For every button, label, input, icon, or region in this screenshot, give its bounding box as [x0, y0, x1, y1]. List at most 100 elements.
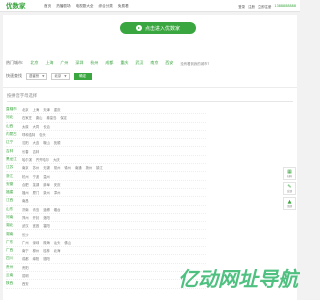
city-link[interactable]: 安庆	[54, 182, 61, 187]
city-link[interactable]: 洛阳	[43, 215, 50, 220]
city-link[interactable]: 呼和浩特	[22, 132, 35, 137]
city-link[interactable]: 长春	[22, 149, 29, 154]
province-name[interactable]: 广西	[6, 248, 18, 253]
register-link[interactable]: 注册	[248, 4, 255, 9]
city-link[interactable]: 南通	[75, 165, 82, 170]
city-link[interactable]: 鞍山	[43, 140, 50, 145]
city-link[interactable]: 太原	[22, 124, 29, 129]
province-name[interactable]: 辽宁	[6, 140, 18, 145]
city-select[interactable]: 北京 ▼	[51, 72, 70, 80]
city-link[interactable]: 沈阳	[22, 140, 29, 145]
city-link[interactable]: 蚌埠	[43, 182, 50, 187]
city-link[interactable]: 襄阳	[43, 223, 50, 228]
city-link[interactable]: 昆明	[22, 273, 29, 278]
city-link[interactable]: 南宁	[22, 248, 29, 253]
city-link[interactable]: 大连	[33, 140, 40, 145]
province-name[interactable]: 河北	[6, 115, 18, 120]
province-name[interactable]: 广东	[6, 240, 18, 245]
city-link[interactable]: 绵阳	[33, 256, 40, 261]
nav-item[interactable]: 电视剧大全	[76, 4, 94, 9]
province-name[interactable]: 浙江	[6, 174, 18, 179]
province-name[interactable]: 直辖市	[6, 107, 18, 112]
city-link[interactable]: 青岛	[33, 207, 40, 212]
city-link[interactable]: 成都	[22, 256, 29, 261]
city-link[interactable]: 无锡	[43, 165, 50, 170]
city-link[interactable]: 福州	[22, 190, 29, 195]
province-name[interactable]: 四川	[6, 256, 18, 261]
city-link[interactable]: 广州	[22, 240, 29, 245]
city-link[interactable]: 开封	[33, 215, 40, 220]
province-name[interactable]: 吉林	[6, 149, 18, 154]
city-link[interactable]: 济南	[22, 207, 29, 212]
city-link[interactable]: 贵阳	[22, 265, 29, 270]
city-link[interactable]: 深圳	[33, 240, 40, 245]
city-link[interactable]: 长治	[43, 124, 50, 129]
city-link[interactable]: 厦门	[33, 190, 40, 195]
hot-city-link[interactable]: 南京	[150, 60, 158, 66]
city-link[interactable]: 宜昌	[33, 223, 40, 228]
hot-city-link[interactable]: 重庆	[120, 60, 128, 66]
city-link[interactable]: 芜湖	[33, 182, 40, 187]
hot-city-link[interactable]: 北京	[30, 60, 38, 66]
city-link[interactable]: 齐齐哈尔	[36, 157, 49, 162]
city-link[interactable]: 泉州	[43, 190, 50, 195]
province-name[interactable]: 山西	[6, 124, 18, 129]
province-name[interactable]: 黑龙江	[6, 157, 18, 162]
city-link[interactable]: 桂林	[43, 248, 50, 253]
hot-city-link[interactable]: 成都	[105, 60, 113, 66]
city-link[interactable]: 合肥	[22, 182, 29, 187]
nav-item[interactable]: 综合分类	[99, 4, 113, 9]
city-link[interactable]: 南京	[22, 165, 29, 170]
hot-city-link[interactable]: 杭州	[90, 60, 98, 66]
hot-city-link[interactable]: 上海	[45, 60, 53, 66]
city-link[interactable]: 温州	[43, 174, 50, 179]
more-cities-hint[interactable]: 没有看到我的城市?	[180, 61, 209, 66]
city-link[interactable]: 杭州	[22, 174, 29, 179]
login-link[interactable]: 登录	[238, 4, 245, 9]
enter-site-button[interactable]: 点击进入优数家	[120, 22, 196, 34]
city-link[interactable]: 重庆	[54, 107, 61, 112]
city-link[interactable]: 郑州	[22, 215, 29, 220]
city-link[interactable]: 抚顺	[54, 140, 61, 145]
city-link[interactable]: 漳州	[54, 190, 61, 195]
province-name[interactable]: 山东	[6, 207, 18, 212]
hot-city-link[interactable]: 西安	[165, 60, 173, 66]
city-link[interactable]: 柳州	[33, 248, 40, 253]
back-to-top-button[interactable]: ▲ 顶部	[283, 197, 296, 210]
city-link[interactable]: 北京	[22, 107, 29, 112]
city-link[interactable]: 武汉	[22, 223, 29, 228]
nav-item[interactable]: 热播剧场	[56, 4, 70, 9]
city-link[interactable]: 佛山	[64, 240, 71, 245]
province-select[interactable]: 选省份 ▼	[26, 72, 48, 80]
province-name[interactable]: 江西	[6, 198, 18, 203]
city-link[interactable]: 德阳	[43, 256, 50, 261]
city-link[interactable]: 珠海	[43, 240, 50, 245]
province-name[interactable]: 江苏	[6, 165, 18, 170]
province-name[interactable]: 贵州	[6, 265, 18, 270]
city-link[interactable]: 苏州	[33, 165, 40, 170]
city-link[interactable]: 上海	[33, 107, 40, 112]
signup-link[interactable]: 立即注册	[258, 4, 272, 9]
city-link[interactable]: 常州	[54, 165, 61, 170]
qr-code-button[interactable]: ▦ 扫码	[283, 167, 296, 180]
province-name[interactable]: 陕西	[6, 281, 18, 286]
province-name[interactable]: 湖南	[6, 232, 18, 237]
site-logo[interactable]: 优数家	[6, 1, 26, 11]
city-link[interactable]: 镇江	[96, 165, 103, 170]
city-link[interactable]: 烟台	[54, 207, 61, 212]
province-name[interactable]: 福建	[6, 190, 18, 195]
city-link[interactable]: 大庆	[53, 157, 60, 162]
city-link[interactable]: 保定	[60, 115, 67, 120]
province-name[interactable]: 湖北	[6, 223, 18, 228]
city-link[interactable]: 秦皇岛	[46, 115, 56, 120]
confirm-button[interactable]: 确定	[73, 72, 92, 80]
hot-city-link[interactable]: 广州	[60, 60, 68, 66]
hot-city-link[interactable]: 武汉	[135, 60, 143, 66]
province-name[interactable]: 安徽	[6, 182, 18, 187]
city-link[interactable]: 石家庄	[22, 115, 32, 120]
province-name[interactable]: 内蒙古	[6, 132, 18, 137]
city-link[interactable]: 吉林	[33, 149, 40, 154]
city-link[interactable]: 扬州	[86, 165, 93, 170]
province-name[interactable]: 云南	[6, 273, 18, 278]
city-link[interactable]: 大同	[33, 124, 40, 129]
